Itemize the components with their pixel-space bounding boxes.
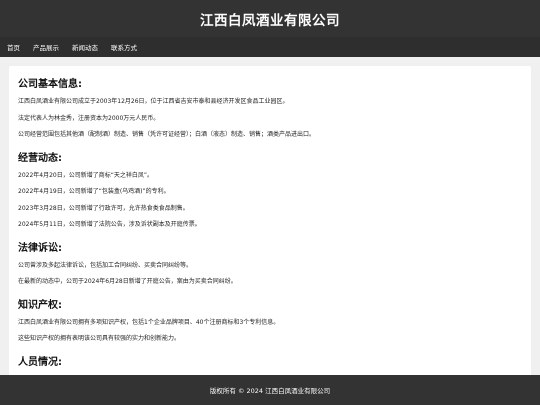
section-business-news: 经营动态: 2022年4月20日，公司新增了商标“天之祥白凤”。 2022年4月… xyxy=(18,149,523,229)
paragraph: 2023年3月28日，公司新增了行政许可，允许热食类食品制售。 xyxy=(18,204,189,212)
paragraph: 法定代表人为林金秀，注册资本为2000万元人民币。 xyxy=(18,114,160,122)
paragraph: 2022年4月19日，公司新增了“包装盒(乌鸡酒)”的专利。 xyxy=(18,188,170,195)
paragraph: 在最新的动态中，公司于2024年6月28日新增了开庭公告，案由为买卖合同纠纷。 xyxy=(18,278,237,285)
paragraph: 2024年5月11日，公司新增了法院公告，涉及诉状副本及开庭传票。 xyxy=(18,221,201,228)
nav-home[interactable]: 首页 xyxy=(7,42,20,52)
nav-contact[interactable]: 联系方式 xyxy=(111,42,137,52)
section-heading: 经营动态: xyxy=(18,152,62,164)
paragraph: 公司经营范围包括其他酒（配制酒）制造、销售（凭许可证经营）；白酒（液态）制造、销… xyxy=(18,131,316,138)
nav-news[interactable]: 新闻动态 xyxy=(72,42,98,52)
main-nav: 首页 产品展示 新闻动态 联系方式 xyxy=(0,37,540,57)
section-heading: 公司基本信息: xyxy=(18,79,82,90)
section-ip: 知识产权: 江西白凤酒业有限公司拥有多项知识产权，包括1个企业品牌项目、40个注… xyxy=(18,296,523,343)
paragraph: 这些知识产权的拥有表明该公司具有较强的实力和创新能力。 xyxy=(18,335,181,342)
site-title: 江西白凤酒业有限公司 xyxy=(200,12,340,29)
section-personnel: 人员情况: xyxy=(18,353,523,368)
copyright-text: 版权所有 © 2024 江西白凤酒业有限公司 xyxy=(209,387,331,395)
section-litigation: 法律诉讼: 公司曾涉及多起法律诉讼，包括加工合同纠纷、买卖合同纠纷等。 在最新的… xyxy=(18,239,523,286)
section-basic-info: 公司基本信息: 江西白凤酒业有限公司成立于2003年12月26日，位于江西省吉安… xyxy=(18,75,523,138)
paragraph: 2022年4月20日，公司新增了商标“天之祥白凤”。 xyxy=(18,171,153,179)
paragraph: 江西白凤酒业有限公司成立于2003年12月26日，位于江西省吉安市泰和县经济开发… xyxy=(18,98,289,105)
section-heading: 知识产权: xyxy=(18,299,62,311)
content-card: 公司基本信息: 江西白凤酒业有限公司成立于2003年12月26日，位于江西省吉安… xyxy=(9,66,531,376)
site-header: 江西白凤酒业有限公司 xyxy=(0,0,540,37)
paragraph: 公司曾涉及多起法律诉讼，包括加工合同纠纷、买卖合同纠纷等。 xyxy=(18,261,193,269)
section-heading: 人员情况: xyxy=(18,356,62,368)
nav-products[interactable]: 产品展示 xyxy=(33,42,59,52)
section-heading: 法律诉讼: xyxy=(18,242,62,254)
site-footer: 版权所有 © 2024 江西白凤酒业有限公司 xyxy=(0,375,540,405)
paragraph: 江西白凤酒业有限公司拥有多项知识产权，包括1个企业品牌项目、40个注册商标和3个… xyxy=(18,318,280,326)
